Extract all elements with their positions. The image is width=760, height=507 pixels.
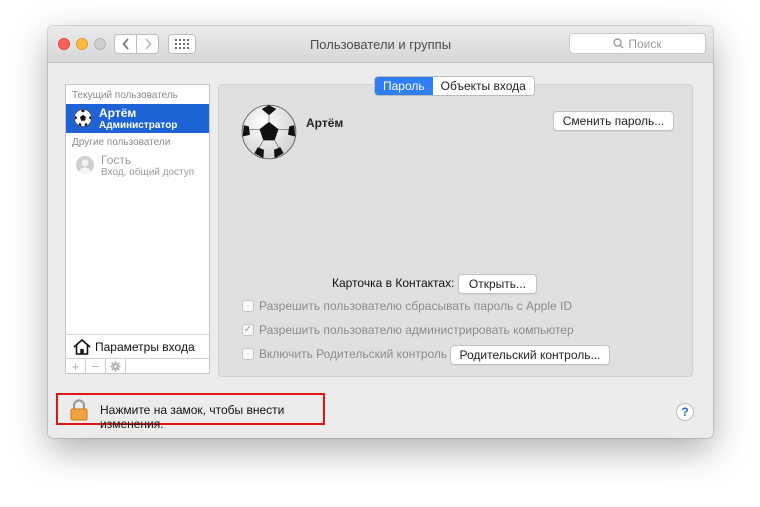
house-icon bbox=[73, 339, 91, 355]
tab-bar: Пароль Объекты входа bbox=[374, 76, 535, 96]
reset-password-appleid-label: Разрешить пользователю сбрасывать пароль… bbox=[259, 299, 573, 313]
open-contacts-button[interactable]: Открыть... bbox=[458, 274, 537, 294]
user-list-item-artem[interactable]: Артём Администратор bbox=[66, 104, 209, 133]
parental-controls-button[interactable]: Родительский контроль... bbox=[450, 345, 610, 365]
user-name: Артём bbox=[99, 106, 137, 120]
parental-controls-checkbox[interactable] bbox=[242, 348, 254, 360]
action-menu-button[interactable] bbox=[106, 359, 126, 374]
other-users-section-label: Другие пользователи bbox=[72, 137, 171, 148]
parental-controls-label: Включить Родительский контроль bbox=[259, 347, 448, 361]
remove-user-button[interactable]: − bbox=[86, 359, 106, 374]
login-options-label: Параметры входа bbox=[95, 340, 195, 354]
guest-role: Вход, общий доступ bbox=[101, 167, 195, 178]
search-icon bbox=[613, 38, 624, 49]
tab-login-items[interactable]: Объекты входа bbox=[433, 77, 534, 95]
contacts-card-label: Карточка в Контактах: bbox=[332, 276, 455, 290]
user-full-name: Артём bbox=[306, 116, 344, 130]
gear-icon bbox=[110, 361, 121, 372]
users-groups-window: Пользователи и группы Поиск Текущий поль… bbox=[48, 26, 713, 438]
user-list-item-guest[interactable]: Гость Вход, общий доступ bbox=[66, 151, 209, 181]
allow-admin-checkbox[interactable]: ✓ bbox=[242, 324, 254, 336]
soccer-ball-icon bbox=[74, 109, 92, 127]
lock-highlight: Нажмите на замок, чтобы внести изменения… bbox=[56, 393, 325, 431]
user-role: Администратор bbox=[99, 120, 178, 131]
lock-icon[interactable] bbox=[70, 399, 88, 421]
current-user-section-label: Текущий пользователь bbox=[72, 90, 178, 101]
user-list: Текущий пользователь Артём Администратор… bbox=[65, 84, 210, 374]
allow-admin-option[interactable]: ✓ Разрешить пользователю администрироват… bbox=[242, 323, 574, 337]
guest-name: Гость bbox=[101, 153, 132, 167]
change-password-button[interactable]: Сменить пароль... bbox=[553, 111, 674, 131]
guest-avatar-icon bbox=[76, 156, 94, 174]
search-placeholder: Поиск bbox=[628, 36, 662, 51]
user-picture[interactable] bbox=[241, 104, 297, 160]
user-list-toolbar: + − bbox=[66, 358, 209, 375]
add-user-button[interactable]: + bbox=[66, 359, 86, 374]
tab-password[interactable]: Пароль bbox=[375, 77, 433, 95]
login-options-item[interactable]: Параметры входа bbox=[66, 334, 209, 359]
reset-password-appleid-checkbox[interactable] bbox=[242, 300, 254, 312]
titlebar: Пользователи и группы Поиск bbox=[48, 26, 713, 63]
lock-message: Нажмите на замок, чтобы внести изменения… bbox=[100, 403, 285, 431]
reset-password-appleid-option[interactable]: Разрешить пользователю сбрасывать пароль… bbox=[242, 299, 572, 313]
search-field[interactable]: Поиск bbox=[569, 33, 706, 54]
parental-controls-option[interactable]: Включить Родительский контроль bbox=[242, 347, 447, 361]
allow-admin-label: Разрешить пользователю администрировать … bbox=[259, 323, 574, 337]
help-button[interactable]: ? bbox=[676, 403, 694, 421]
